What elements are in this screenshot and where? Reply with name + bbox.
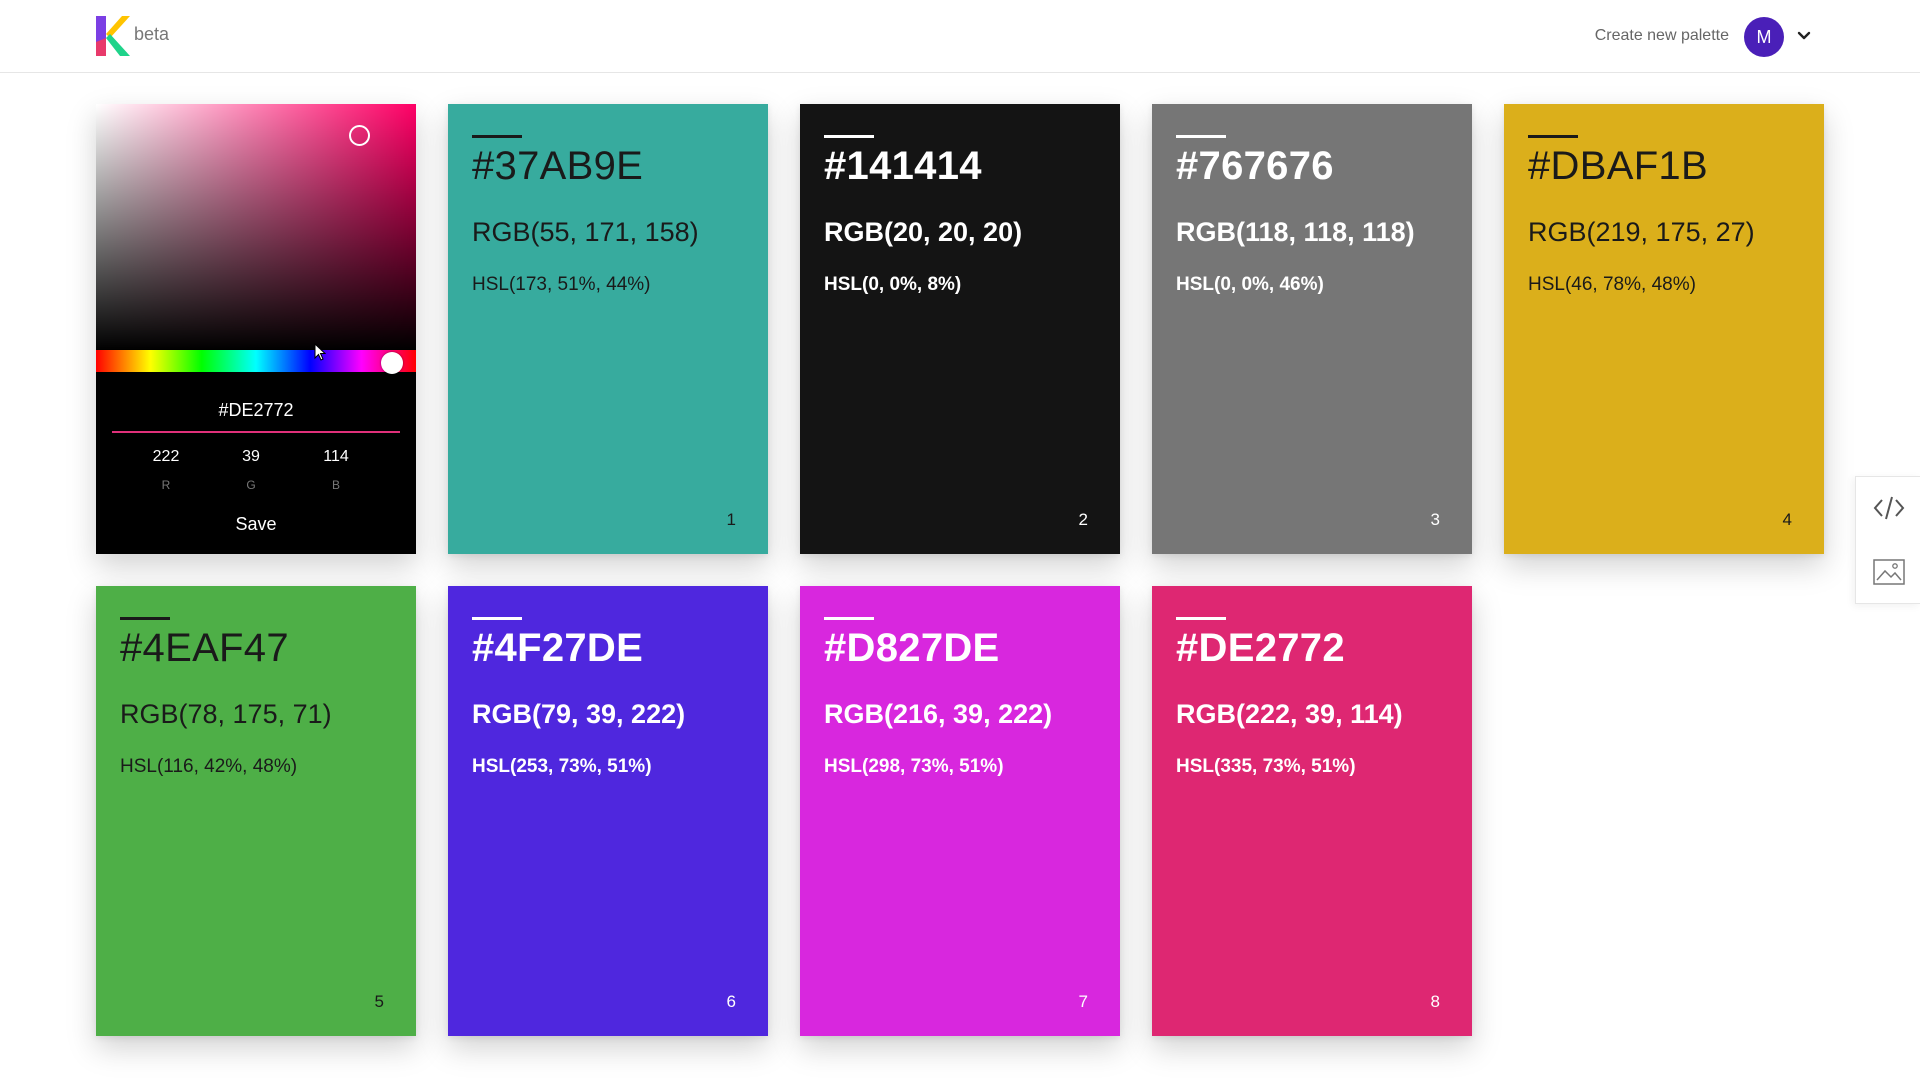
- card-hex: #4EAF47: [120, 626, 289, 670]
- card-dash: [824, 135, 874, 138]
- card-dash: [472, 135, 522, 138]
- card-rgb: RGB(20, 20, 20): [824, 217, 1023, 247]
- hex-input[interactable]: [112, 389, 400, 433]
- color-card[interactable]: #4F27DE RGB(79, 39, 222) HSL(253, 73%, 5…: [448, 586, 768, 1036]
- card-number: 4: [1782, 510, 1792, 529]
- color-card[interactable]: #DBAF1B RGB(219, 175, 27) HSL(46, 78%, 4…: [1504, 104, 1824, 554]
- card-hsl: HSL(46, 78%, 48%): [1528, 274, 1696, 295]
- color-card[interactable]: #767676 RGB(118, 118, 118) HSL(0, 0%, 46…: [1152, 104, 1472, 554]
- blue-value[interactable]: 114: [306, 448, 366, 466]
- card-rgb: RGB(219, 175, 27): [1528, 217, 1755, 247]
- card-dash: [1528, 135, 1578, 138]
- beta-label: beta: [134, 24, 170, 44]
- code-icon: [1873, 496, 1905, 520]
- card-hex: #37AB9E: [472, 144, 644, 188]
- card-rgb: RGB(79, 39, 222): [472, 699, 686, 729]
- card-number: 1: [726, 510, 736, 529]
- mouse-cursor-icon: [314, 343, 326, 361]
- card-dash: [472, 617, 522, 620]
- app-logo[interactable]: [96, 16, 130, 56]
- red-label: R: [161, 478, 171, 492]
- hue-slider[interactable]: [96, 350, 416, 374]
- card-hsl: HSL(0, 0%, 8%): [824, 274, 962, 295]
- card-hex: #D827DE: [824, 626, 1000, 670]
- green-value[interactable]: 39: [221, 448, 281, 466]
- color-card[interactable]: #D827DE RGB(216, 39, 222) HSL(298, 73%, …: [800, 586, 1120, 1036]
- create-new-palette-link[interactable]: Create new palette: [1595, 27, 1729, 45]
- image-icon: [1873, 559, 1905, 585]
- hue-handle[interactable]: [381, 352, 403, 374]
- red-value[interactable]: 222: [136, 448, 196, 466]
- card-hex: #DE2772: [1176, 626, 1345, 670]
- saturation-handle[interactable]: [349, 125, 370, 146]
- card-hex: #767676: [1176, 144, 1334, 188]
- image-export-button[interactable]: [1872, 555, 1906, 589]
- card-rgb: RGB(222, 39, 114): [1176, 699, 1403, 729]
- card-dash: [120, 617, 170, 620]
- green-label: G: [246, 478, 256, 492]
- color-card[interactable]: #4EAF47 RGB(78, 175, 71) HSL(116, 42%, 4…: [96, 586, 416, 1036]
- card-rgb: RGB(118, 118, 118): [1176, 217, 1415, 247]
- card-hsl: HSL(253, 73%, 51%): [472, 756, 652, 777]
- user-avatar[interactable]: M: [1744, 17, 1784, 57]
- card-hex: #141414: [824, 144, 982, 188]
- card-number: 6: [726, 992, 736, 1011]
- card-number: 5: [374, 992, 384, 1011]
- card-rgb: RGB(55, 171, 158): [472, 217, 699, 247]
- card-number: 2: [1078, 510, 1088, 529]
- save-button[interactable]: Save: [206, 508, 306, 540]
- blue-label: B: [331, 478, 340, 492]
- color-picker-panel: 222 39 114 R G B Save: [96, 104, 416, 554]
- saturation-value-area[interactable]: [96, 104, 416, 350]
- card-hsl: HSL(335, 73%, 51%): [1176, 756, 1356, 777]
- export-panel: [1855, 476, 1920, 604]
- card-number: 7: [1078, 992, 1088, 1011]
- color-card[interactable]: #141414 RGB(20, 20, 20) HSL(0, 0%, 8%) 2: [800, 104, 1120, 554]
- chevron-down-icon[interactable]: [1796, 28, 1812, 44]
- card-hsl: HSL(0, 0%, 46%): [1176, 274, 1324, 295]
- card-rgb: RGB(216, 39, 222): [824, 699, 1053, 729]
- card-hex: #DBAF1B: [1528, 144, 1708, 188]
- card-hsl: HSL(173, 51%, 44%): [472, 274, 651, 295]
- card-dash: [824, 617, 874, 620]
- card-number: 8: [1430, 992, 1440, 1011]
- card-dash: [1176, 135, 1226, 138]
- code-export-button[interactable]: [1872, 491, 1906, 525]
- card-hex: #4F27DE: [472, 626, 644, 670]
- top-bar: beta Create new palette M: [0, 0, 1920, 73]
- card-rgb: RGB(78, 175, 71): [120, 699, 332, 729]
- card-hsl: HSL(116, 42%, 48%): [120, 756, 298, 777]
- card-dash: [1176, 617, 1226, 620]
- card-number: 3: [1430, 510, 1440, 529]
- color-card[interactable]: #DE2772 RGB(222, 39, 114) HSL(335, 73%, …: [1152, 586, 1472, 1036]
- color-card[interactable]: #37AB9E RGB(55, 171, 158) HSL(173, 51%, …: [448, 104, 768, 554]
- card-hsl: HSL(298, 73%, 51%): [824, 756, 1004, 777]
